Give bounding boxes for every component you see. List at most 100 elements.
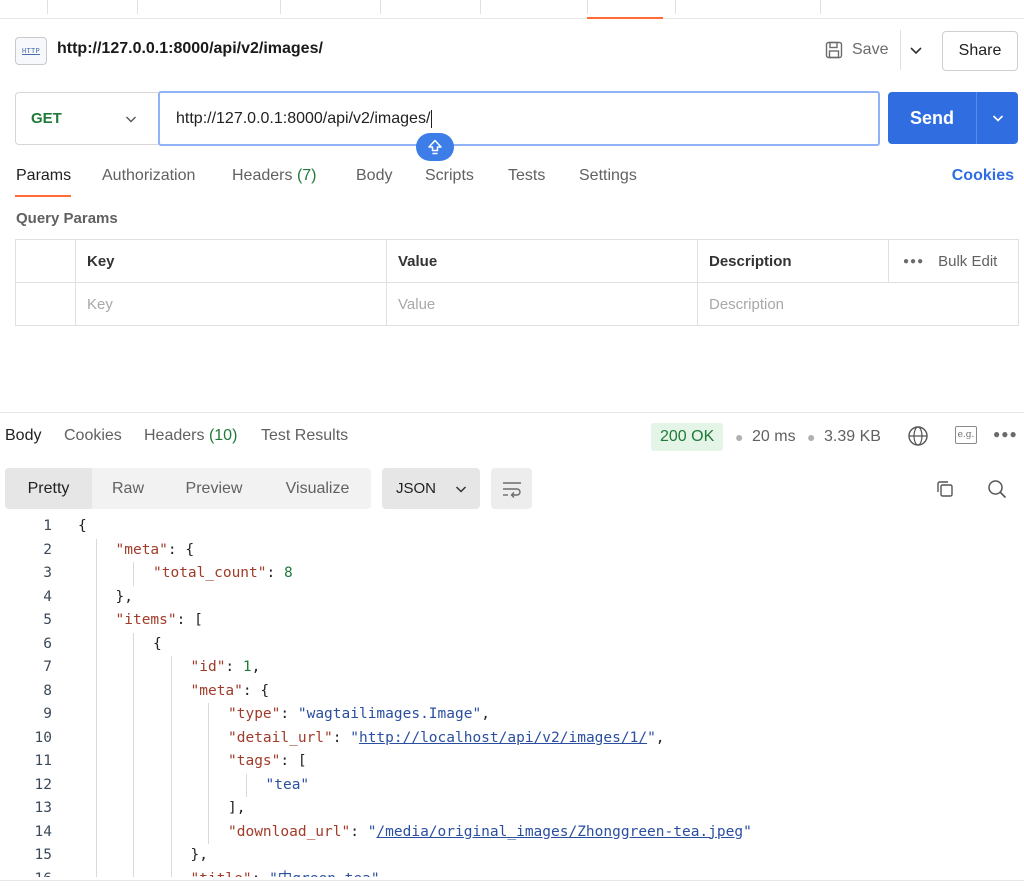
tab-separator xyxy=(675,0,676,14)
code-token: , xyxy=(251,659,261,675)
response-body-code[interactable]: 1{2 "meta": {3 "total_count": 8 4}, 5 "items"… xyxy=(0,515,1024,877)
save-icon xyxy=(825,41,843,59)
code-token: "detail_url" xyxy=(228,729,333,746)
code-token: "meta" xyxy=(115,541,168,558)
tab-response-cookies[interactable]: Cookies xyxy=(64,427,122,445)
tab-separator xyxy=(137,0,138,14)
param-value-input[interactable]: Value xyxy=(386,283,697,326)
line-number: 15 xyxy=(34,847,52,863)
indent-guide xyxy=(208,726,209,750)
line-number: 12 xyxy=(34,776,52,793)
code-token: "download_url" xyxy=(228,823,351,840)
indent-guide xyxy=(170,820,172,844)
table-header-row: Key Value Description ●●● Bulk Edit xyxy=(16,240,1018,283)
cookies-link[interactable]: Cookies xyxy=(952,167,1014,185)
bulk-edit-button[interactable]: ●●● Bulk Edit xyxy=(888,240,1018,283)
copy-icon[interactable] xyxy=(935,479,955,499)
tab-separator xyxy=(280,0,281,14)
param-key-input[interactable]: Key xyxy=(75,283,386,326)
code-line: 11 "tags": [ xyxy=(0,750,1024,774)
tab-separator xyxy=(587,0,588,14)
tab-headers[interactable]: Headers (7) xyxy=(232,167,317,185)
url-expand-handle[interactable] xyxy=(416,133,454,161)
line-number: 9 xyxy=(43,706,52,722)
response-pane-divider[interactable] xyxy=(0,412,1024,413)
json-link[interactable]: http://localhost/api/v2/images/1/ xyxy=(359,730,647,746)
response-time[interactable]: 20 ms xyxy=(752,428,796,446)
code-text: "meta": { xyxy=(191,680,270,704)
code-token: : xyxy=(280,706,298,722)
status-bar-divider xyxy=(0,880,1024,881)
response-size[interactable]: 3.39 KB xyxy=(824,428,881,446)
request-title[interactable]: http://127.0.0.1:8000/api/v2/images/ xyxy=(57,40,323,58)
code-token: : xyxy=(350,823,368,840)
code-token: "id" xyxy=(190,659,226,675)
view-pretty[interactable]: Pretty xyxy=(5,468,92,509)
query-params-heading: Query Params xyxy=(16,210,118,227)
indent-guide xyxy=(245,773,247,797)
globe-icon[interactable] xyxy=(907,425,929,447)
view-visualize[interactable]: Visualize xyxy=(264,468,371,509)
tab-test-results[interactable]: Test Results xyxy=(261,427,348,445)
indent-guide xyxy=(95,679,97,703)
more-options-icon[interactable]: ●●● xyxy=(993,427,1018,441)
line-number: 16 xyxy=(0,868,52,878)
code-line: 7 "id": 1, xyxy=(0,656,1024,680)
chevron-down-icon xyxy=(126,116,136,123)
code-token: 8 xyxy=(283,565,293,581)
url-input[interactable]: http://127.0.0.1:8000/api/v2/images/ xyxy=(158,91,880,146)
code-token: { xyxy=(153,635,162,652)
more-options-icon[interactable]: ●●● xyxy=(903,256,924,267)
tab-body[interactable]: Body xyxy=(356,167,392,185)
format-select[interactable]: JSON xyxy=(382,468,480,509)
indent-guide xyxy=(170,679,172,703)
bulk-edit-label: Bulk Edit xyxy=(938,253,998,270)
tab-params[interactable]: Params xyxy=(16,167,71,185)
line-number: 13 xyxy=(34,800,52,816)
method-select[interactable]: GET xyxy=(15,92,158,145)
tab-headers-label: Headers xyxy=(232,167,293,184)
code-token: : xyxy=(225,659,243,675)
param-description-input[interactable]: Description xyxy=(697,283,1018,326)
wrap-lines-button[interactable] xyxy=(491,468,532,509)
code-line: 5 "items": [ xyxy=(0,609,1024,633)
indent-guide xyxy=(133,844,134,868)
code-token: : xyxy=(332,729,351,746)
tab-authorization[interactable]: Authorization xyxy=(102,167,195,185)
indent-guide xyxy=(170,656,172,680)
arrow-up-icon xyxy=(428,139,442,155)
indent-guide xyxy=(170,703,172,727)
line-number: 7 xyxy=(43,659,52,675)
send-options-button[interactable] xyxy=(977,111,1018,125)
tab-settings[interactable]: Settings xyxy=(579,167,637,185)
line-number: 8 xyxy=(43,682,52,699)
tab-response-body[interactable]: Body xyxy=(5,427,41,445)
code-token: "中green-tea" xyxy=(269,871,380,878)
query-params-table: Key Value Description ●●● Bulk Edit Key … xyxy=(15,239,1019,326)
code-token: , xyxy=(655,729,665,746)
tab-response-headers[interactable]: Headers (10) xyxy=(144,427,237,445)
chevron-down-icon xyxy=(455,485,467,493)
format-label: JSON xyxy=(396,480,437,497)
chevron-down-icon[interactable] xyxy=(908,42,924,58)
save-button[interactable]: Save xyxy=(824,34,888,66)
status-badge[interactable]: 200 OK xyxy=(651,423,724,451)
tab-tests[interactable]: Tests xyxy=(508,167,545,185)
indent-guide xyxy=(95,797,97,821)
code-line: 10 "detail_url": "http://localhost/api/v2… xyxy=(0,726,1024,750)
send-button[interactable]: Send xyxy=(888,92,1018,144)
line-number: 10 xyxy=(34,729,52,746)
wrap-lines-icon xyxy=(502,481,521,498)
table-row: Key Value Description xyxy=(16,283,1018,326)
share-button[interactable]: Share xyxy=(942,31,1018,71)
view-preview[interactable]: Preview xyxy=(164,468,264,509)
example-icon[interactable]: e.g. xyxy=(955,426,977,444)
json-link[interactable]: /media/original_images/Zhonggreen-tea.jp… xyxy=(376,824,743,840)
view-raw[interactable]: Raw xyxy=(92,468,164,509)
indent-guide xyxy=(133,632,134,656)
search-icon[interactable] xyxy=(987,479,1007,499)
tab-scripts[interactable]: Scripts xyxy=(425,167,474,185)
chevron-down-icon xyxy=(992,115,1003,122)
code-line: 16 "title": "中green-tea" xyxy=(0,867,1024,878)
code-token: "total_count" xyxy=(153,565,267,581)
